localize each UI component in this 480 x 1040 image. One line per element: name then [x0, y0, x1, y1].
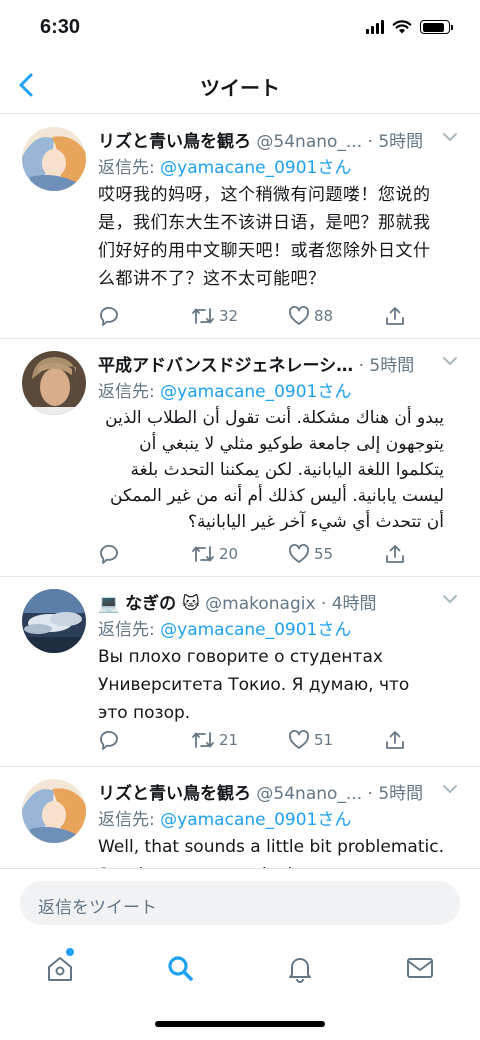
- reply-icon: [100, 730, 118, 750]
- tweet-text: Вы плохо говорите о студентах Университе…: [98, 647, 410, 723]
- avatar[interactable]: [22, 589, 86, 653]
- retweet-button[interactable]: 20: [191, 543, 238, 565]
- tweet-text: Well, that sounds a little bit problemat…: [98, 837, 444, 868]
- tweet[interactable]: 平成アドバンスドジェネレーシ… · 5時間 返信先: @yamacane_090…: [0, 339, 480, 577]
- retweet-count: 21: [219, 731, 239, 749]
- tweet-time: · 5時間: [367, 132, 424, 152]
- tweet-actions: 20 55: [98, 543, 418, 569]
- status-time: 6:30: [40, 16, 81, 38]
- wifi-icon: [392, 20, 412, 34]
- avatar[interactable]: [22, 779, 86, 843]
- display-name[interactable]: リズと青い鳥を観ろ: [98, 132, 251, 152]
- messages-icon: [407, 958, 433, 978]
- share-icon: [386, 731, 404, 749]
- reply-user-link[interactable]: @yamacane_0901さん: [160, 158, 351, 178]
- tweet[interactable]: リズと青い鳥を観ろ @54nano_... · 5時間 返信先: @yamaca…: [0, 115, 480, 339]
- tweet-feed[interactable]: リズと青い鳥を観ろ @54nano_... · 5時間 返信先: @yamaca…: [0, 115, 480, 868]
- like-button[interactable]: 55: [288, 543, 333, 565]
- reply-placeholder: 返信をツイート: [38, 898, 157, 918]
- reply-to: 返信先: @yamacane_0901さん: [98, 805, 351, 830]
- heart-icon: [289, 306, 309, 325]
- retweet-icon: [192, 546, 214, 562]
- reply-input[interactable]: 返信をツイート: [20, 881, 460, 925]
- user-handle[interactable]: @54nano_...: [256, 132, 362, 152]
- chevron-down-icon[interactable]: [442, 355, 458, 367]
- notification-dot: [66, 948, 74, 956]
- retweet-button[interactable]: 21: [191, 729, 238, 751]
- like-button[interactable]: 88: [288, 305, 333, 327]
- tweet-time: · 5時間: [367, 784, 424, 804]
- display-name[interactable]: 💻 なぎの 🐱: [98, 594, 200, 614]
- reply-prefix: 返信先:: [98, 158, 161, 178]
- reply-prefix: 返信先:: [98, 620, 161, 640]
- signal-icon: [366, 20, 384, 34]
- user-handle[interactable]: @54nano_...: [256, 784, 362, 804]
- reply-to: 返信先: @yamacane_0901さん: [98, 615, 351, 640]
- share-icon: [386, 307, 404, 325]
- heart-icon: [289, 730, 309, 749]
- tab-home[interactable]: [40, 948, 80, 988]
- chevron-down-icon[interactable]: [442, 593, 458, 605]
- battery-icon: [420, 20, 453, 34]
- avatar[interactable]: [22, 127, 86, 191]
- tweet[interactable]: リズと青い鳥を観ろ @54nano_... · 5時間 返信先: @yamaca…: [0, 767, 480, 868]
- heart-icon: [289, 544, 309, 563]
- like-button[interactable]: 51: [288, 729, 333, 751]
- tweet-header: 平成アドバンスドジェネレーシ… · 5時間: [98, 351, 438, 377]
- tab-search[interactable]: [160, 948, 200, 988]
- reply-user-link[interactable]: @yamacane_0901さん: [160, 620, 351, 640]
- page-title: ツイート: [200, 76, 280, 100]
- tweet-header: リズと青い鳥を観ろ @54nano_... · 5時間: [98, 779, 438, 805]
- reply-prefix: 返信先:: [98, 810, 161, 830]
- chevron-down-icon[interactable]: [442, 131, 458, 143]
- reply-to: 返信先: @yamacane_0901さん: [98, 377, 351, 402]
- share-button[interactable]: [384, 729, 406, 751]
- status-bar: 6:30: [0, 0, 480, 58]
- notifications-icon: [289, 958, 311, 983]
- nav-bar: ツイート: [0, 58, 480, 114]
- tweet-actions: 21 51: [98, 729, 418, 755]
- home-icon: [48, 957, 72, 981]
- reply-prefix: 返信先:: [98, 382, 161, 402]
- tab-notifications[interactable]: [280, 948, 320, 988]
- retweet-icon: [192, 308, 214, 324]
- tweet-time: · 4時間: [320, 594, 377, 614]
- reply-to: 返信先: @yamacane_0901さん: [98, 153, 351, 178]
- battery-level: [422, 22, 444, 32]
- search-icon: [168, 956, 193, 981]
- share-button[interactable]: [384, 543, 406, 565]
- like-count: 51: [314, 731, 334, 749]
- reply-user-link[interactable]: @yamacane_0901さん: [160, 382, 351, 402]
- reply-button[interactable]: [98, 543, 124, 565]
- retweet-button[interactable]: 32: [191, 305, 238, 327]
- tweet-header: 💻 なぎの 🐱 @makonagix · 4時間: [98, 589, 438, 615]
- reply-icon: [100, 306, 118, 326]
- chevron-down-icon[interactable]: [442, 783, 458, 795]
- share-button[interactable]: [384, 305, 406, 327]
- display-name[interactable]: リズと青い鳥を観ろ: [98, 784, 251, 804]
- reply-button[interactable]: [98, 305, 124, 327]
- share-icon: [386, 545, 404, 563]
- display-name[interactable]: 平成アドバンスドジェネレーシ…: [98, 356, 353, 376]
- tweet-text: يبدو أن هناك مشكلة. أنت تقول أن الطلاب ا…: [105, 408, 444, 532]
- tweet-actions: 32 88: [98, 305, 418, 331]
- tweet-text: 哎呀我的妈呀，这个稍微有问题喽！您说的是，我们东大生不该讲日语，是吧？那就我们好…: [98, 185, 431, 289]
- retweet-count: 20: [219, 545, 239, 563]
- tweet-header: リズと青い鳥を観ろ @54nano_... · 5時間: [98, 127, 438, 153]
- retweet-count: 32: [219, 307, 239, 325]
- reply-composer: 返信をツイート: [0, 868, 480, 936]
- reply-button[interactable]: [98, 729, 124, 751]
- avatar[interactable]: [22, 351, 86, 415]
- retweet-icon: [192, 732, 214, 748]
- reply-user-link[interactable]: @yamacane_0901さん: [160, 810, 351, 830]
- user-handle[interactable]: @makonagix: [205, 594, 315, 614]
- like-count: 88: [314, 307, 334, 325]
- like-count: 55: [314, 545, 334, 563]
- status-icons: [366, 20, 453, 34]
- home-indicator[interactable]: [155, 1021, 325, 1027]
- reply-icon: [100, 544, 118, 564]
- tab-messages[interactable]: [400, 948, 440, 988]
- tweet-time: · 5時間: [358, 356, 415, 376]
- tab-bar: [0, 936, 480, 1006]
